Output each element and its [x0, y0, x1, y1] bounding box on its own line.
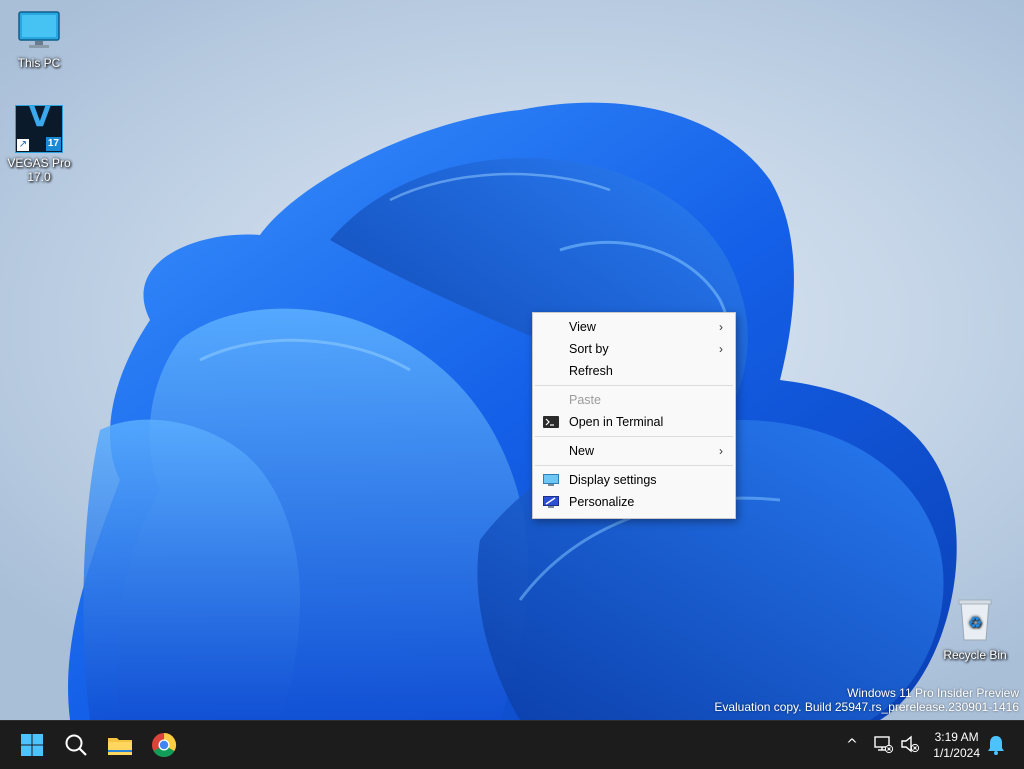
start-button[interactable]: [16, 729, 48, 761]
search-button[interactable]: [60, 729, 92, 761]
menu-item-paste: Paste: [533, 389, 735, 411]
desktop-context-menu: View › Sort by › Refresh Paste Open in T…: [532, 312, 736, 519]
menu-item-label: Personalize: [569, 495, 635, 509]
menu-item-label: Refresh: [569, 364, 613, 378]
svg-text:♻: ♻: [968, 613, 982, 632]
personalize-icon: [543, 496, 559, 508]
desktop[interactable]: This PC V 17 ↗ VEGAS Pro 17.0 ♻ Recycle …: [0, 0, 1024, 720]
bell-icon: [988, 736, 1004, 755]
menu-item-new[interactable]: New ›: [533, 440, 735, 462]
menu-item-personalize[interactable]: Personalize: [533, 491, 735, 513]
taskbar: ^ 3:19 AM 1/1/2024: [0, 720, 1024, 769]
menu-item-refresh[interactable]: Refresh: [533, 360, 735, 382]
menu-item-view[interactable]: View ›: [533, 316, 735, 338]
chrome-button[interactable]: [148, 729, 180, 761]
menu-item-label: View: [569, 320, 596, 334]
volume-button[interactable]: [899, 733, 921, 755]
menu-item-label: Display settings: [569, 473, 657, 487]
menu-separator: [535, 385, 733, 386]
display-icon: [543, 474, 559, 486]
desktop-icon-this-pc[interactable]: This PC: [1, 10, 77, 70]
network-disconnected-icon: [874, 736, 894, 754]
chevron-right-icon: ›: [719, 320, 723, 334]
vegas-logo-letter: V: [29, 100, 51, 133]
chrome-icon: [152, 733, 177, 758]
desktop-icon-label: This PC: [17, 56, 61, 70]
vegas-pro-icon: V 17 ↗: [15, 100, 63, 153]
chevron-right-icon: ›: [719, 342, 723, 356]
evaluation-watermark: Windows 11 Pro Insider Preview Evaluatio…: [714, 686, 1019, 714]
vegas-version-badge: 17: [45, 137, 61, 151]
file-explorer-button[interactable]: [104, 729, 136, 761]
network-button[interactable]: [872, 733, 894, 755]
file-explorer-icon: [108, 738, 132, 755]
monitor-icon: [18, 11, 60, 48]
start-icon: [21, 734, 43, 756]
menu-item-display-settings[interactable]: Display settings: [533, 469, 735, 491]
menu-item-label: Paste: [569, 393, 601, 407]
desktop-icon-vegas-pro[interactable]: V 17 ↗ VEGAS Pro 17.0: [1, 100, 77, 185]
watermark-build: Evaluation copy. Build 25947.rs_prerelea…: [714, 700, 1019, 714]
menu-item-label: New: [569, 444, 595, 458]
volume-muted-icon: [901, 735, 920, 753]
menu-item-sort-by[interactable]: Sort by ›: [533, 338, 735, 360]
desktop-icon-label-line2: 17.0: [27, 170, 51, 184]
recycle-bin-icon: ♻: [958, 599, 992, 641]
desktop-icon-label: VEGAS Pro: [7, 156, 71, 170]
search-icon: [65, 734, 87, 756]
clock-time: 3:19 AM: [934, 730, 979, 744]
menu-separator: [535, 465, 733, 466]
desktop-icon-recycle-bin[interactable]: ♻ Recycle Bin: [937, 598, 1013, 662]
menu-item-label: Open in Terminal: [569, 415, 664, 429]
notifications-button[interactable]: [986, 734, 1006, 756]
chevron-right-icon: ›: [719, 444, 723, 458]
menu-item-label: Sort by: [569, 342, 609, 356]
wallpaper-bloom: [68, 102, 957, 720]
clock[interactable]: 3:19 AM 1/1/2024: [933, 729, 980, 761]
terminal-icon: [543, 416, 559, 428]
menu-separator: [535, 436, 733, 437]
desktop-icon-label: Recycle Bin: [943, 648, 1007, 662]
menu-item-open-in-terminal[interactable]: Open in Terminal: [533, 411, 735, 433]
shortcut-arrow-icon: ↗: [17, 139, 29, 151]
watermark-edition: Windows 11 Pro Insider Preview: [847, 686, 1019, 700]
clock-date: 1/1/2024: [933, 746, 980, 760]
tray-overflow-chevron-icon[interactable]: ^: [840, 733, 864, 757]
